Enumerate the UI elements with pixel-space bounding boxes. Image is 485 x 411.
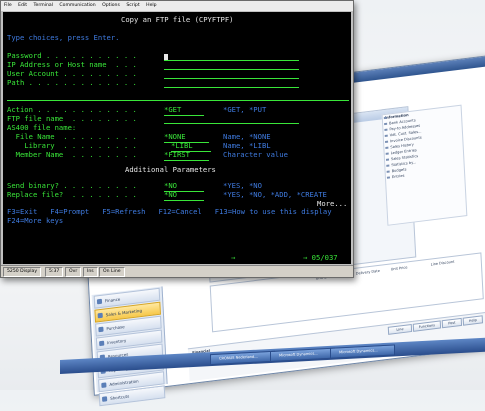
menu-help[interactable]: Help	[146, 3, 156, 8]
inventory-icon	[99, 340, 105, 347]
menu-script[interactable]: Script	[126, 3, 139, 8]
erp-information-panel: Information Bank Accounts Pay-to Address…	[381, 104, 468, 226]
terminal-window: File Edit Terminal Communication Options…	[0, 0, 354, 278]
menu-file[interactable]: File	[4, 3, 12, 8]
menu-communication[interactable]: Communication	[59, 3, 95, 8]
password-input[interactable]	[164, 60, 299, 61]
menu-edit[interactable]: Edit	[18, 3, 27, 8]
taskbar-item[interactable]: Microsoft Dynamics...	[270, 347, 335, 362]
menu-options[interactable]: Options	[102, 3, 120, 8]
status-insert: Ins	[83, 267, 98, 277]
status-position: 5:37	[45, 267, 64, 277]
grid-header: Line Discount	[430, 259, 455, 267]
status-mode: Ovr	[65, 267, 82, 277]
terminal-screen[interactable]: Copy an FTP file (CPYFTPF) Type choices,…	[3, 12, 351, 264]
finance-icon	[96, 298, 103, 305]
host-input[interactable]	[164, 69, 299, 70]
instructions-text: Type choices, press Enter.	[7, 33, 120, 42]
ftp-file-input[interactable]	[164, 123, 299, 124]
path-input[interactable]	[164, 87, 299, 88]
separator-line	[7, 100, 349, 101]
information-list: Bank Accounts Pay-to Addresses Vdt. Cust…	[383, 112, 464, 181]
administration-icon	[101, 382, 107, 388]
screen-title: Copy an FTP file (CPYFTPF)	[121, 15, 234, 24]
status-state: On Line	[99, 267, 125, 277]
additional-parameters-heading: Additional Parameters	[125, 165, 216, 174]
sales-icon	[97, 312, 103, 319]
taskbar-item[interactable]: Microsoft Dynamics...	[330, 344, 395, 359]
replace-file-label: Replace file? . . . . . . . .	[7, 190, 137, 199]
member-name-input[interactable]: *FIRST	[164, 150, 209, 161]
terminal-menubar: File Edit Terminal Communication Options…	[1, 1, 353, 11]
member-name-choices: Character value	[223, 150, 288, 159]
grid-header: Unit Price	[390, 265, 408, 272]
status-display: 5250 Display	[3, 267, 42, 277]
user-account-input[interactable]	[164, 78, 299, 79]
shortcuts-icon	[101, 396, 108, 402]
erp-navigation-pane: Finance Sales & Marketing Purchase Inven…	[91, 286, 168, 407]
terminal-statusbar: 5250 Display 5:37 Ovr Ins On Line	[1, 265, 353, 277]
grid-header: Delivery Date	[355, 268, 380, 276]
menu-terminal[interactable]: Terminal	[34, 3, 53, 8]
member-name-label: Member Name . . . . . . . .	[7, 150, 137, 159]
action-choices: *GET, *PUT	[223, 105, 267, 114]
arrow-indicator: ⇒	[231, 253, 236, 262]
cursor-position: ⇒ 05/037	[303, 253, 338, 262]
taskbar-item[interactable]: CRONUS Nederland...	[210, 350, 275, 366]
replace-file-choices: *YES, *NO, *ADD, *CREATE	[223, 190, 327, 199]
path-label: Path . . . . . . . . . . . . .	[7, 78, 137, 87]
function-keys-line-2: F24=More keys	[7, 216, 64, 225]
replace-file-input[interactable]: *NO	[164, 190, 204, 201]
action-input[interactable]: *GET	[164, 105, 204, 116]
purchase-icon	[98, 326, 104, 333]
